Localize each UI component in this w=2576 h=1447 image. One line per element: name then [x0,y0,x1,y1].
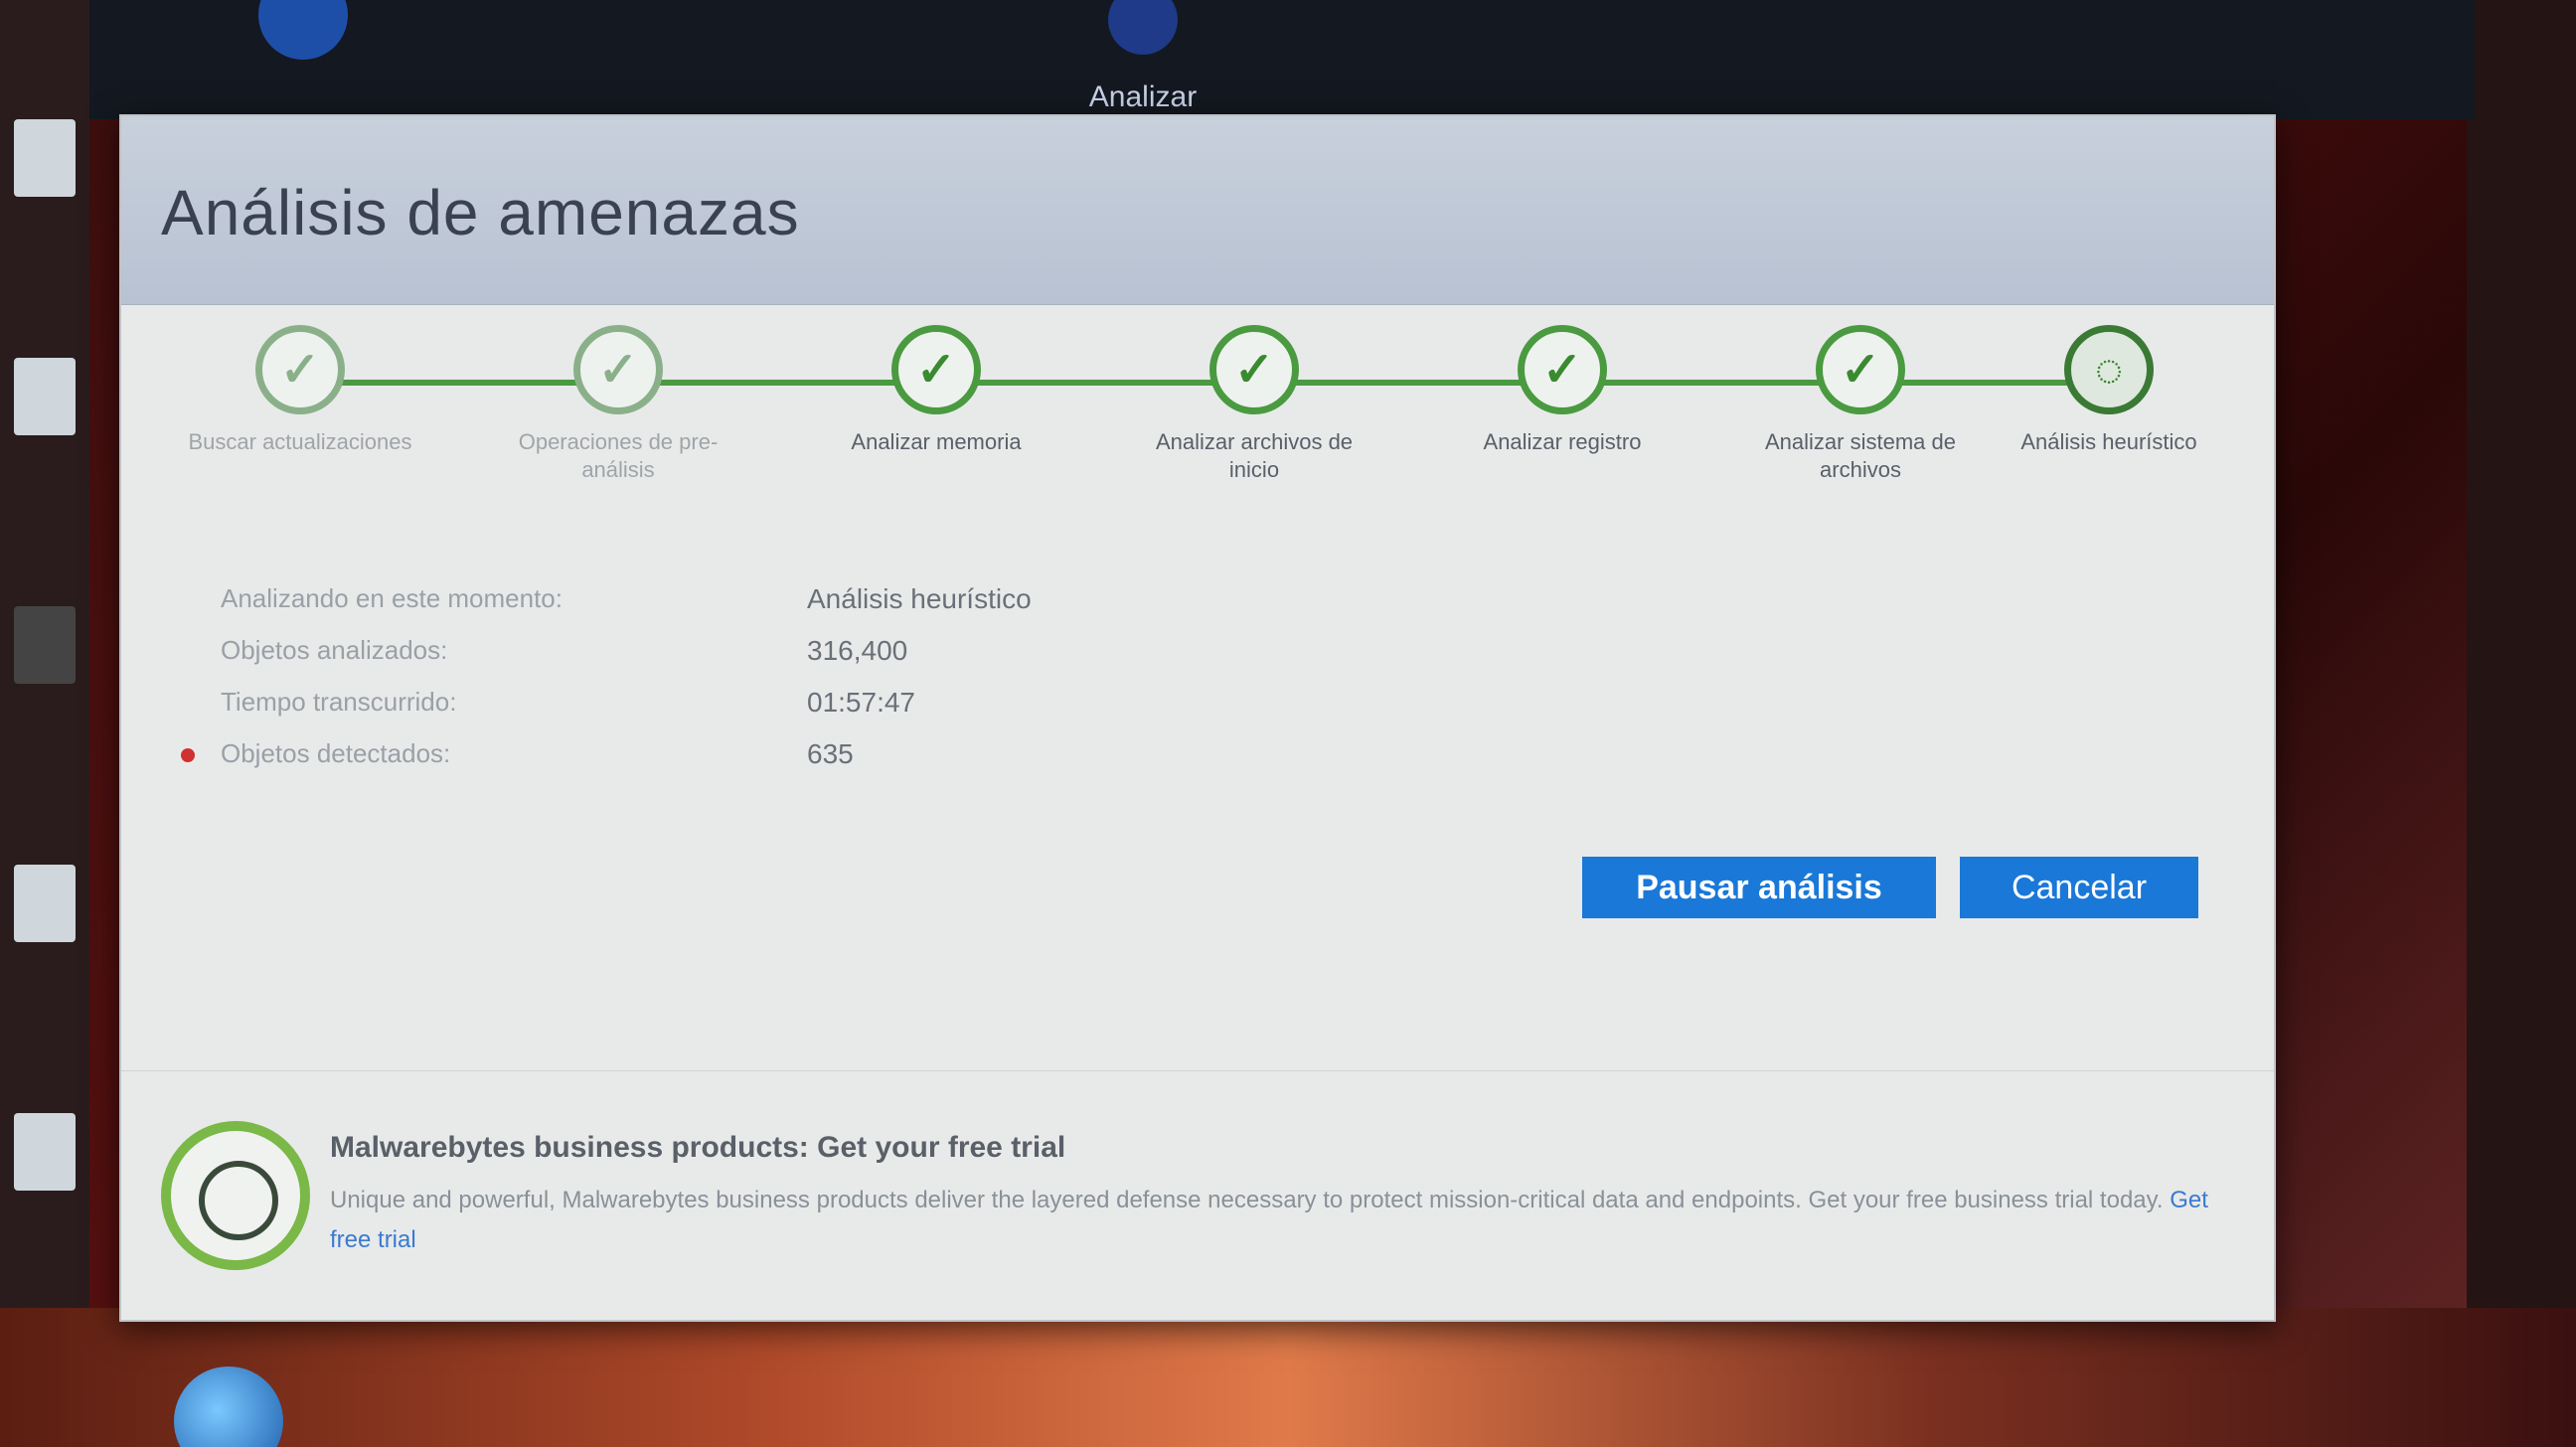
step-label: Analizar registro [1483,429,1642,454]
app-top-bar: Analizar [89,0,2475,119]
step-label: Análisis heurístico [2020,429,2197,454]
nav-scan-tab[interactable]: Analizar [1044,0,1242,119]
checkmark-icon: ✓ [255,325,345,414]
info-label: Objetos detectados: [221,738,451,768]
threat-scan-dialog: Análisis de amenazas ✓ Buscar actualizac… [119,114,2276,1322]
monitor-bezel-right [2467,0,2576,1447]
info-value: 01:57:47 [807,687,915,718]
pause-scan-button[interactable]: Pausar análisis [1582,857,1936,918]
desktop-file-icon[interactable] [14,1113,76,1191]
step-label: Analizar memoria [851,429,1022,454]
checkmark-icon: ✓ [1518,325,1607,414]
info-label: Tiempo transcurrido: [221,687,457,717]
desktop-file-icon[interactable] [14,865,76,942]
step-label: Buscar actualizaciones [188,429,412,454]
checkmark-icon: ✓ [891,325,981,414]
step-label: Analizar archivos de inicio [1155,429,1354,482]
promo-banner: Malwarebytes business products: Get your… [121,1070,2274,1319]
dialog-header: Análisis de amenazas [121,116,2274,305]
scan-nav-icon [1108,0,1178,55]
info-label: Objetos analizados: [221,635,448,665]
info-value: 316,400 [807,635,908,666]
app-logo [169,0,398,70]
step-label: Operaciones de pre-análisis [518,429,719,482]
desktop-left-strip [0,0,89,1447]
desktop-folder-icon[interactable] [14,606,76,684]
dialog-title: Análisis de amenazas [161,177,800,248]
info-label: Analizando en este momento: [221,583,563,613]
step-prescan: ✓ Operaciones de pre-análisis [499,325,737,484]
checkmark-icon: ✓ [573,325,663,414]
info-value: Análisis heurístico [807,583,1032,614]
cancel-button[interactable]: Cancelar [1960,857,2198,918]
checkmark-icon: ✓ [1209,325,1299,414]
step-heuristic: ◌ Análisis heurístico [1990,325,2228,456]
promo-body: Unique and powerful, Malwarebytes busine… [330,1187,2164,1213]
step-memory: ✓ Analizar memoria [817,325,1055,456]
step-label: Analizar sistema de archivos [1765,429,1956,482]
spinner-icon: ◌ [2064,325,2154,414]
checkmark-icon: ✓ [1816,325,1905,414]
step-registry: ✓ Analizar registro [1443,325,1682,456]
step-update: ✓ Buscar actualizaciones [181,325,419,456]
promo-text: Unique and powerful, Malwarebytes busine… [330,1181,2218,1260]
step-filesystem: ✓ Analizar sistema de archivos [1741,325,1980,484]
alert-dot-icon [181,748,195,762]
scan-progress-steps: ✓ Buscar actualizaciones ✓ Operaciones d… [181,325,2228,524]
desktop-file-icon[interactable] [14,358,76,435]
desktop-file-icon[interactable] [14,119,76,197]
nav-scan-label: Analizar [1088,80,1198,113]
promo-title: Malwarebytes business products: Get your… [330,1131,1066,1164]
business-network-icon [161,1121,310,1270]
step-startup: ✓ Analizar archivos de inicio [1135,325,1373,484]
desktop-wallpaper-bottom [0,1308,2576,1447]
info-value: 635 [807,738,854,769]
